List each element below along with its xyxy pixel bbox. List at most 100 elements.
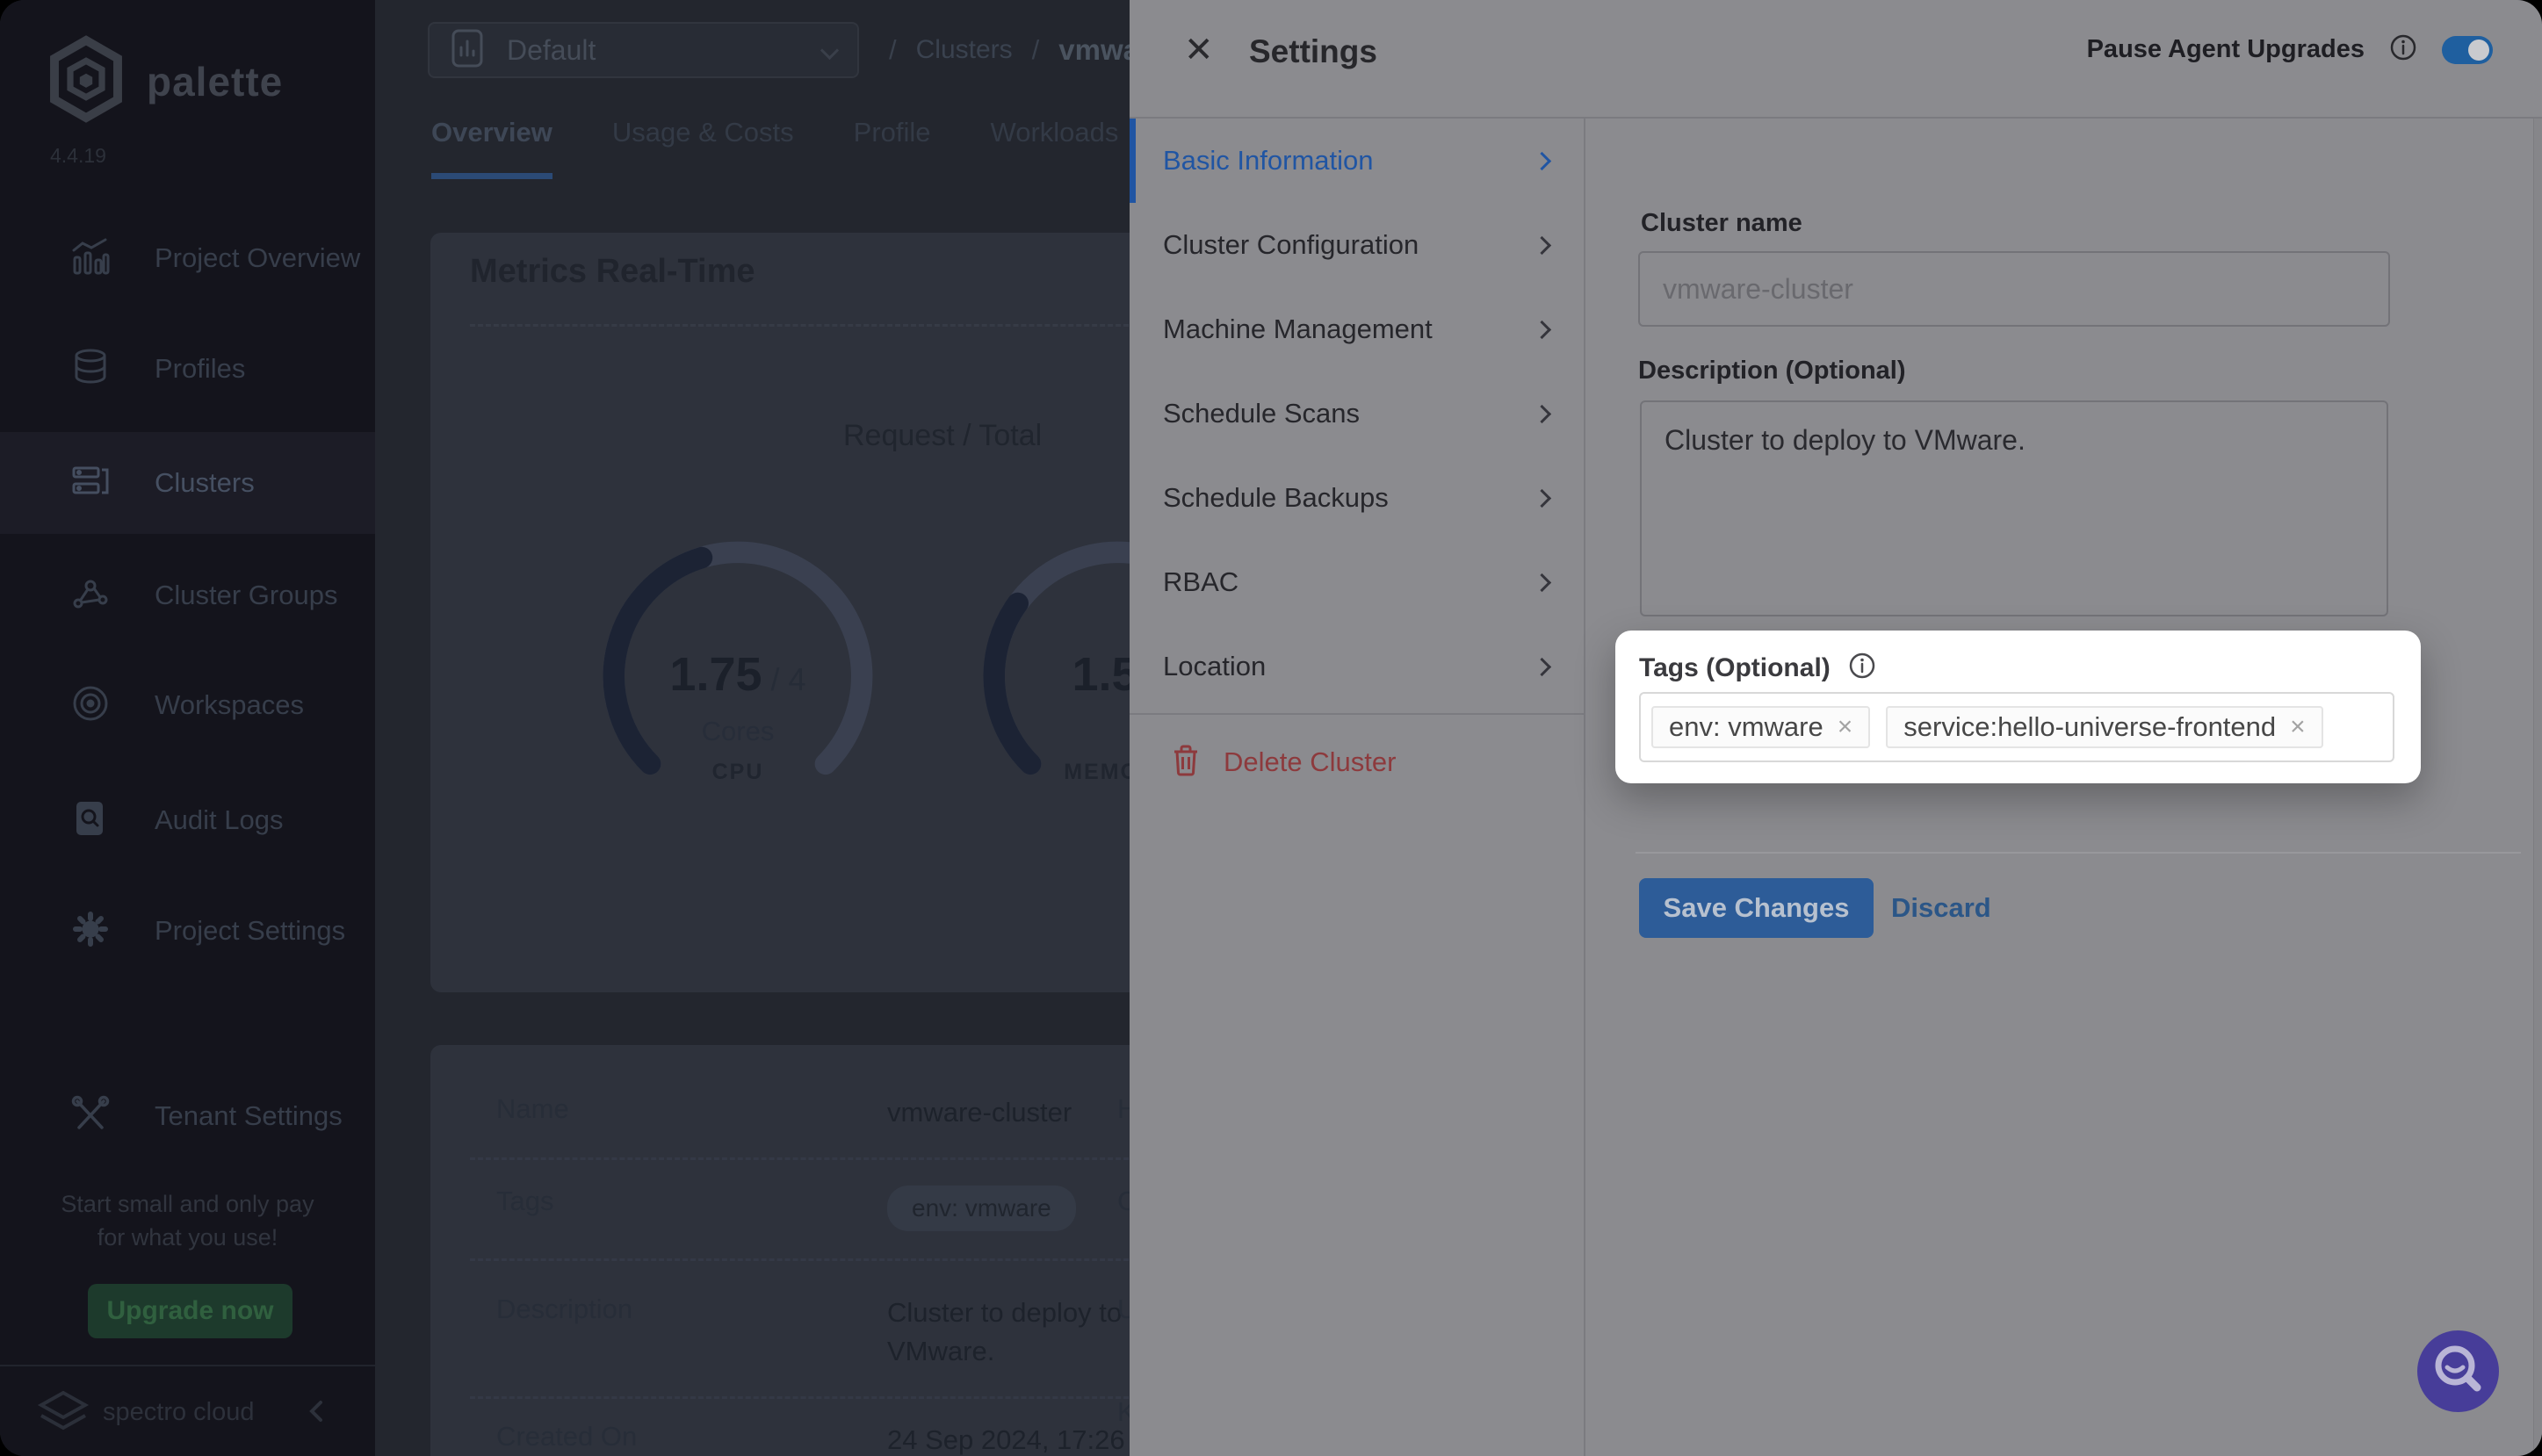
sidebar: palette 4.4.19 Project Overview: [0, 0, 375, 1456]
chevron-right-icon: [1533, 657, 1551, 675]
sidebar-item-project-settings[interactable]: Project Settings: [0, 891, 375, 970]
toggle-knob: [2468, 40, 2489, 61]
sidebar-item-label: Tenant Settings: [155, 1100, 343, 1132]
discard-button[interactable]: Discard: [1891, 892, 1991, 924]
breadcrumb-clusters-link[interactable]: Clusters: [916, 35, 1013, 65]
sidebar-item-label: Project Overview: [155, 242, 360, 274]
clipped-column-text: U: [1117, 1294, 1130, 1325]
project-selector-value: Default: [507, 34, 800, 67]
cpu-gauge-unit: Cores: [597, 716, 878, 747]
palette-logo-icon: [47, 35, 126, 127]
tag-chip: env: vmware: [887, 1186, 1076, 1231]
settings-title: Settings: [1249, 33, 1377, 70]
info-icon[interactable]: [1848, 652, 1876, 684]
menu-item-basic-information[interactable]: Basic Information: [1130, 119, 1584, 203]
detail-value: Cluster to deploy to VMware.: [887, 1294, 1130, 1371]
breadcrumb: / Clusters / vmware-cluster: [889, 33, 1130, 67]
menu-item-machine-management[interactable]: Machine Management: [1130, 287, 1584, 371]
detail-value: 24 Sep 2024, 17:26: [887, 1421, 1125, 1456]
tab-workloads[interactable]: Workloads: [991, 117, 1119, 179]
sidebar-item-label: Profiles: [155, 353, 245, 385]
bar-chart-icon: [70, 236, 111, 281]
tag-chip-label: env: vmware: [1669, 711, 1823, 743]
collapse-sidebar-icon[interactable]: [302, 1396, 334, 1428]
menu-item-cluster-configuration[interactable]: Cluster Configuration: [1130, 203, 1584, 287]
sidebar-item-project-overview[interactable]: Project Overview: [0, 219, 375, 298]
breadcrumb-current-cluster: vmware-cluster: [1058, 33, 1130, 67]
delete-cluster-label: Delete Cluster: [1224, 746, 1396, 778]
chevron-right-icon: [1533, 404, 1551, 422]
sidebar-item-label: Audit Logs: [155, 804, 284, 836]
cluster-name-input[interactable]: [1638, 251, 2390, 327]
sidebar-item-workspaces[interactable]: Workspaces: [0, 666, 375, 745]
menu-item-rbac[interactable]: RBAC: [1130, 540, 1584, 624]
detail-value: vmware-cluster: [887, 1093, 1072, 1132]
pause-agent-upgrades-toggle[interactable]: [2442, 36, 2493, 64]
memory-gauge-caption: MEMORY: [978, 760, 1130, 785]
chevron-down-icon: [820, 40, 839, 59]
magnifier-smile-icon: [2417, 1330, 2499, 1412]
tag-chip-service-hello-universe-frontend: service:hello-universe-frontend ×: [1886, 706, 2322, 748]
description-textarea[interactable]: Cluster to deploy to VMware.: [1640, 400, 2388, 616]
info-icon[interactable]: [2389, 33, 2417, 66]
sidebar-item-audit-logs[interactable]: Audit Logs: [0, 781, 375, 860]
chevron-right-icon: [1533, 488, 1551, 507]
sidebar-item-tenant-settings[interactable]: Tenant Settings: [0, 1077, 375, 1156]
tag-chip-label: service:hello-universe-frontend: [1903, 711, 2276, 743]
menu-item-schedule-scans[interactable]: Schedule Scans: [1130, 371, 1584, 456]
sidebar-footer-divider: [0, 1365, 375, 1366]
metrics-card: Metrics Real-Time Request / Total 1.75 /…: [430, 233, 1130, 992]
brand: palette: [47, 35, 283, 127]
screen: palette 4.4.19 Project Overview: [0, 0, 2542, 1456]
detail-label: Name: [496, 1093, 887, 1132]
menu-divider: [1130, 713, 1584, 715]
detail-label: Description: [496, 1294, 887, 1371]
save-changes-button[interactable]: Save Changes: [1639, 878, 1874, 938]
tab-overview[interactable]: Overview: [431, 117, 552, 179]
document-search-icon: [70, 798, 111, 843]
description-label: Description (Optional): [1638, 357, 1906, 386]
tab-profile[interactable]: Profile: [854, 117, 931, 179]
server-rack-icon: [70, 461, 111, 506]
remove-tag-icon[interactable]: ×: [2290, 712, 2306, 742]
memory-gauge-value: 1.57: [978, 647, 1130, 702]
menu-item-location[interactable]: Location: [1130, 624, 1584, 709]
tag-chip-env-vmware: env: vmware ×: [1651, 706, 1870, 748]
close-icon[interactable]: ✕: [1184, 30, 1214, 70]
cluster-details-card: Name vmware-cluster Tags env: vmware Des…: [430, 1045, 1130, 1456]
settings-panel: ✕ Settings Pause Agent Upgrades Basic In…: [1130, 0, 2542, 1456]
cpu-total-value: / 4: [762, 661, 806, 697]
tags-input[interactable]: env: vmware × service:hello-universe-fro…: [1639, 692, 2394, 762]
help-search-button[interactable]: [2417, 1330, 2499, 1412]
breadcrumb-separator: /: [1032, 34, 1040, 66]
chevron-right-icon: [1533, 320, 1551, 338]
cluster-tabs: Overview Usage & Costs Profile Workloads: [431, 117, 1118, 179]
delete-cluster-button[interactable]: Delete Cluster: [1130, 729, 1584, 796]
upgrade-promo: Start small and only pay for what you us…: [0, 1187, 375, 1254]
sidebar-item-cluster-groups[interactable]: Cluster Groups: [0, 556, 375, 635]
sidebar-item-profiles[interactable]: Profiles: [0, 329, 375, 408]
clipped-column-text: C: [1117, 1186, 1130, 1217]
project-selector[interactable]: Default: [428, 22, 859, 78]
cpu-request-value: 1.75: [669, 648, 762, 701]
panel-vertical-divider: [1584, 117, 1585, 1456]
upgrade-now-button[interactable]: Upgrade now: [88, 1284, 292, 1338]
detail-row-created-on: Created On 24 Sep 2024, 17:26: [496, 1421, 1130, 1456]
remove-tag-icon[interactable]: ×: [1838, 712, 1853, 742]
menu-item-schedule-backups[interactable]: Schedule Backups: [1130, 456, 1584, 540]
chevron-right-icon: [1533, 151, 1551, 169]
cluster-name-label: Cluster name: [1641, 209, 1802, 238]
sidebar-item-clusters[interactable]: Clusters: [0, 432, 375, 534]
tags-spotlight-card: Tags (Optional) env: vmware × servi: [1615, 631, 2421, 783]
tags-label-row: Tags (Optional): [1639, 652, 1876, 684]
memory-request-value: 1.57: [1072, 648, 1130, 701]
detail-row-tags: Tags env: vmware: [496, 1186, 1130, 1231]
pause-agent-upgrades: Pause Agent Upgrades: [2087, 33, 2493, 66]
sidebar-item-label: Clusters: [155, 467, 255, 499]
promo-line-2: for what you use!: [0, 1221, 375, 1254]
tab-usage-costs[interactable]: Usage & Costs: [612, 117, 794, 179]
spectro-cloud-label: spectro cloud: [103, 1398, 255, 1427]
panel-scrollbar[interactable]: [2533, 119, 2542, 1456]
menu-item-label: Location: [1163, 651, 1266, 682]
spectro-cloud-logo-icon: [34, 1386, 92, 1441]
